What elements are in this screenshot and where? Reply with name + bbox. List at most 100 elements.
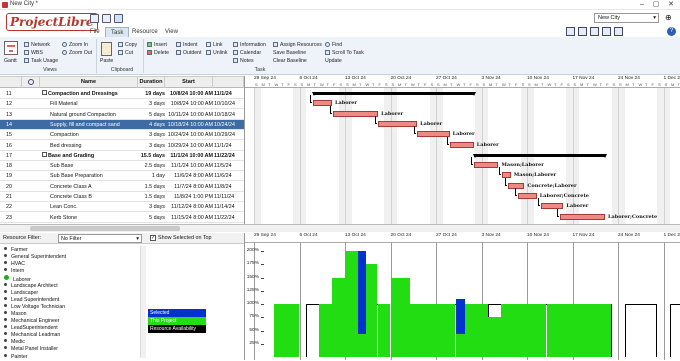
collapse-icon[interactable] [42,152,47,157]
task-name[interactable]: Fill Material [50,99,136,109]
task-bar[interactable] [378,121,417,127]
task-name[interactable]: Base and Grading [42,151,136,161]
task-finish[interactable]: 11/11/24 [214,192,244,202]
collapse-icon[interactable] [42,90,47,95]
tab-task[interactable]: Task [105,27,129,37]
start-column-header[interactable]: Start [165,77,213,88]
task-start[interactable]: 11/7/24 8:00 AM [167,182,213,192]
clear-baseline-button[interactable]: Clear Baseline [273,58,307,65]
task-duration[interactable]: 5 days [138,213,165,223]
summary-bar[interactable] [474,154,605,157]
finish-column-header[interactable] [213,77,244,88]
task-finish[interactable]: 10/10/24 [214,99,244,109]
task-duration[interactable]: 1.5 days [138,182,165,192]
link-button[interactable]: Link [206,42,223,49]
resource-list-item[interactable]: Mechanical Leadman [4,332,60,339]
table-row[interactable]: 11Compaction and Dressings19 days10/8/24… [0,89,244,99]
task-duration[interactable]: 4 days [138,120,165,130]
task-duration[interactable]: 19 days [138,89,165,99]
table-row[interactable]: 12Fill Material3 days10/8/24 10:00 AM10/… [0,99,244,109]
task-finish[interactable]: 11/8/24 [214,182,244,192]
summary-bar[interactable] [313,92,474,95]
task-start[interactable]: 11/6/24 8:00 AM [167,171,213,181]
calendar-button[interactable]: Calendar [233,50,261,57]
minimize-icon[interactable]: – [636,1,648,9]
indent-button[interactable]: Indent [176,42,197,49]
task-duration[interactable]: 3 days [138,202,165,212]
task-finish[interactable]: 11/22/24 [214,151,244,161]
table-row[interactable]: 17Base and Grading15.5 days11/1/24 10:00… [0,151,244,161]
task-duration[interactable]: 3 days [138,99,165,109]
information-button[interactable]: Information [233,42,266,49]
zoom-in-button[interactable]: Zoom In [62,42,88,49]
task-bar[interactable] [333,111,379,117]
task-name[interactable]: Lean Conc. [50,202,136,212]
tab-view[interactable]: View [160,27,183,37]
task-finish[interactable]: 11/1/24 [214,141,244,151]
task-name[interactable]: Kerb Stone [50,213,136,223]
table-row[interactable]: 18Sub Base2.5 days11/1/24 10:00 AM11/5/2… [0,161,244,171]
task-bar[interactable] [450,142,474,148]
task-bar[interactable] [518,193,537,199]
task-duration[interactable]: 3 days [138,141,165,151]
table-row[interactable]: 22Lean Conc.3 days11/12/24 8:00 AM11/14/… [0,202,244,212]
task-start[interactable]: 11/1/24 10:00 AM [167,151,213,161]
task-start[interactable]: 10/11/24 10:00 AM [167,110,213,120]
task-finish[interactable]: 11/14/24 [214,202,244,212]
resource-list-item[interactable]: Laborer [4,275,31,282]
task-name[interactable]: Sub Base [50,161,136,171]
task-start[interactable]: 11/15/24 8:00 AM [167,213,213,223]
table-row[interactable]: 19Sub Base Preparation1 day11/6/24 8:00 … [0,171,244,181]
task-start[interactable]: 11/8/24 1:00 PM [167,192,213,202]
task-bar[interactable] [560,214,605,220]
resource-list-item[interactable]: Metal Panel Installer [4,346,58,353]
notes-button[interactable]: Notes [233,58,254,65]
wbs-button[interactable]: WBS [24,50,43,57]
task-name[interactable]: Compaction and Dressings [42,89,136,99]
task-start[interactable]: 10/8/24 10:00 AM [167,89,213,99]
tab-resource[interactable]: Resource [127,27,163,37]
task-start[interactable]: 11/1/24 10:00 AM [167,161,213,171]
close-icon[interactable]: ✕ [665,1,677,9]
gantt-button[interactable]: Gantt [4,58,17,65]
print-preview-icon[interactable] [614,27,623,36]
task-bar[interactable] [417,131,450,137]
task-name[interactable]: Supply, fill and compact sand [50,120,136,130]
task-finish[interactable]: 11/22/24 [214,213,244,223]
outdent-button[interactable]: Outdent [176,50,201,57]
task-finish[interactable]: 10/24/24 [214,120,244,130]
pdf-icon[interactable] [590,27,599,36]
show-selected-checkbox[interactable]: ✓ [150,235,156,241]
task-start[interactable]: 10/24/24 10:00 AM [167,130,213,140]
task-name[interactable]: Concrete Class B [50,192,136,202]
print-icon[interactable] [602,27,611,36]
open-folder-icon[interactable] [102,14,111,23]
cut-button[interactable]: Cut [118,50,133,57]
delete-button[interactable]: Delete [147,50,169,57]
globe-icon[interactable]: ⊕ [665,13,672,22]
save-icon[interactable] [114,14,123,23]
update-button[interactable]: Update [325,58,342,65]
task-duration[interactable]: 1.5 days [138,192,165,202]
task-finish[interactable]: 11/1/24 [214,89,244,99]
tab-file[interactable]: File [85,27,105,37]
new-file-icon[interactable] [90,14,99,23]
task-name[interactable]: Sub Base Preparation [50,171,136,181]
horizontal-scrollbar[interactable] [0,224,680,232]
task-duration[interactable]: 1 day [138,171,165,181]
save-baseline-button[interactable]: Save Baseline [273,50,306,57]
help-icon[interactable]: ? [667,27,676,36]
table-row[interactable]: 14Supply, fill and compact sand4 days10/… [0,120,244,130]
assign-resources-button[interactable]: Assign Resources [273,42,322,49]
task-duration[interactable]: 5 days [138,110,165,120]
task-start[interactable]: 10/29/24 10:00 AM [167,141,213,151]
project-select[interactable]: New City▾ [594,13,659,23]
task-name[interactable]: Compaction [50,130,136,140]
task-bar[interactable] [474,162,499,168]
table-row[interactable]: 20Concrete Class A1.5 days11/7/24 8:00 A… [0,182,244,192]
find-button[interactable]: Find [325,42,342,49]
network-button[interactable]: Network [24,42,50,49]
task-finish[interactable]: 10/18/24 [214,110,244,120]
task-start[interactable]: 10/18/24 10:00 AM [167,120,213,130]
table-row[interactable]: 15Compaction3 days10/24/24 10:00 AM10/29… [0,130,244,140]
